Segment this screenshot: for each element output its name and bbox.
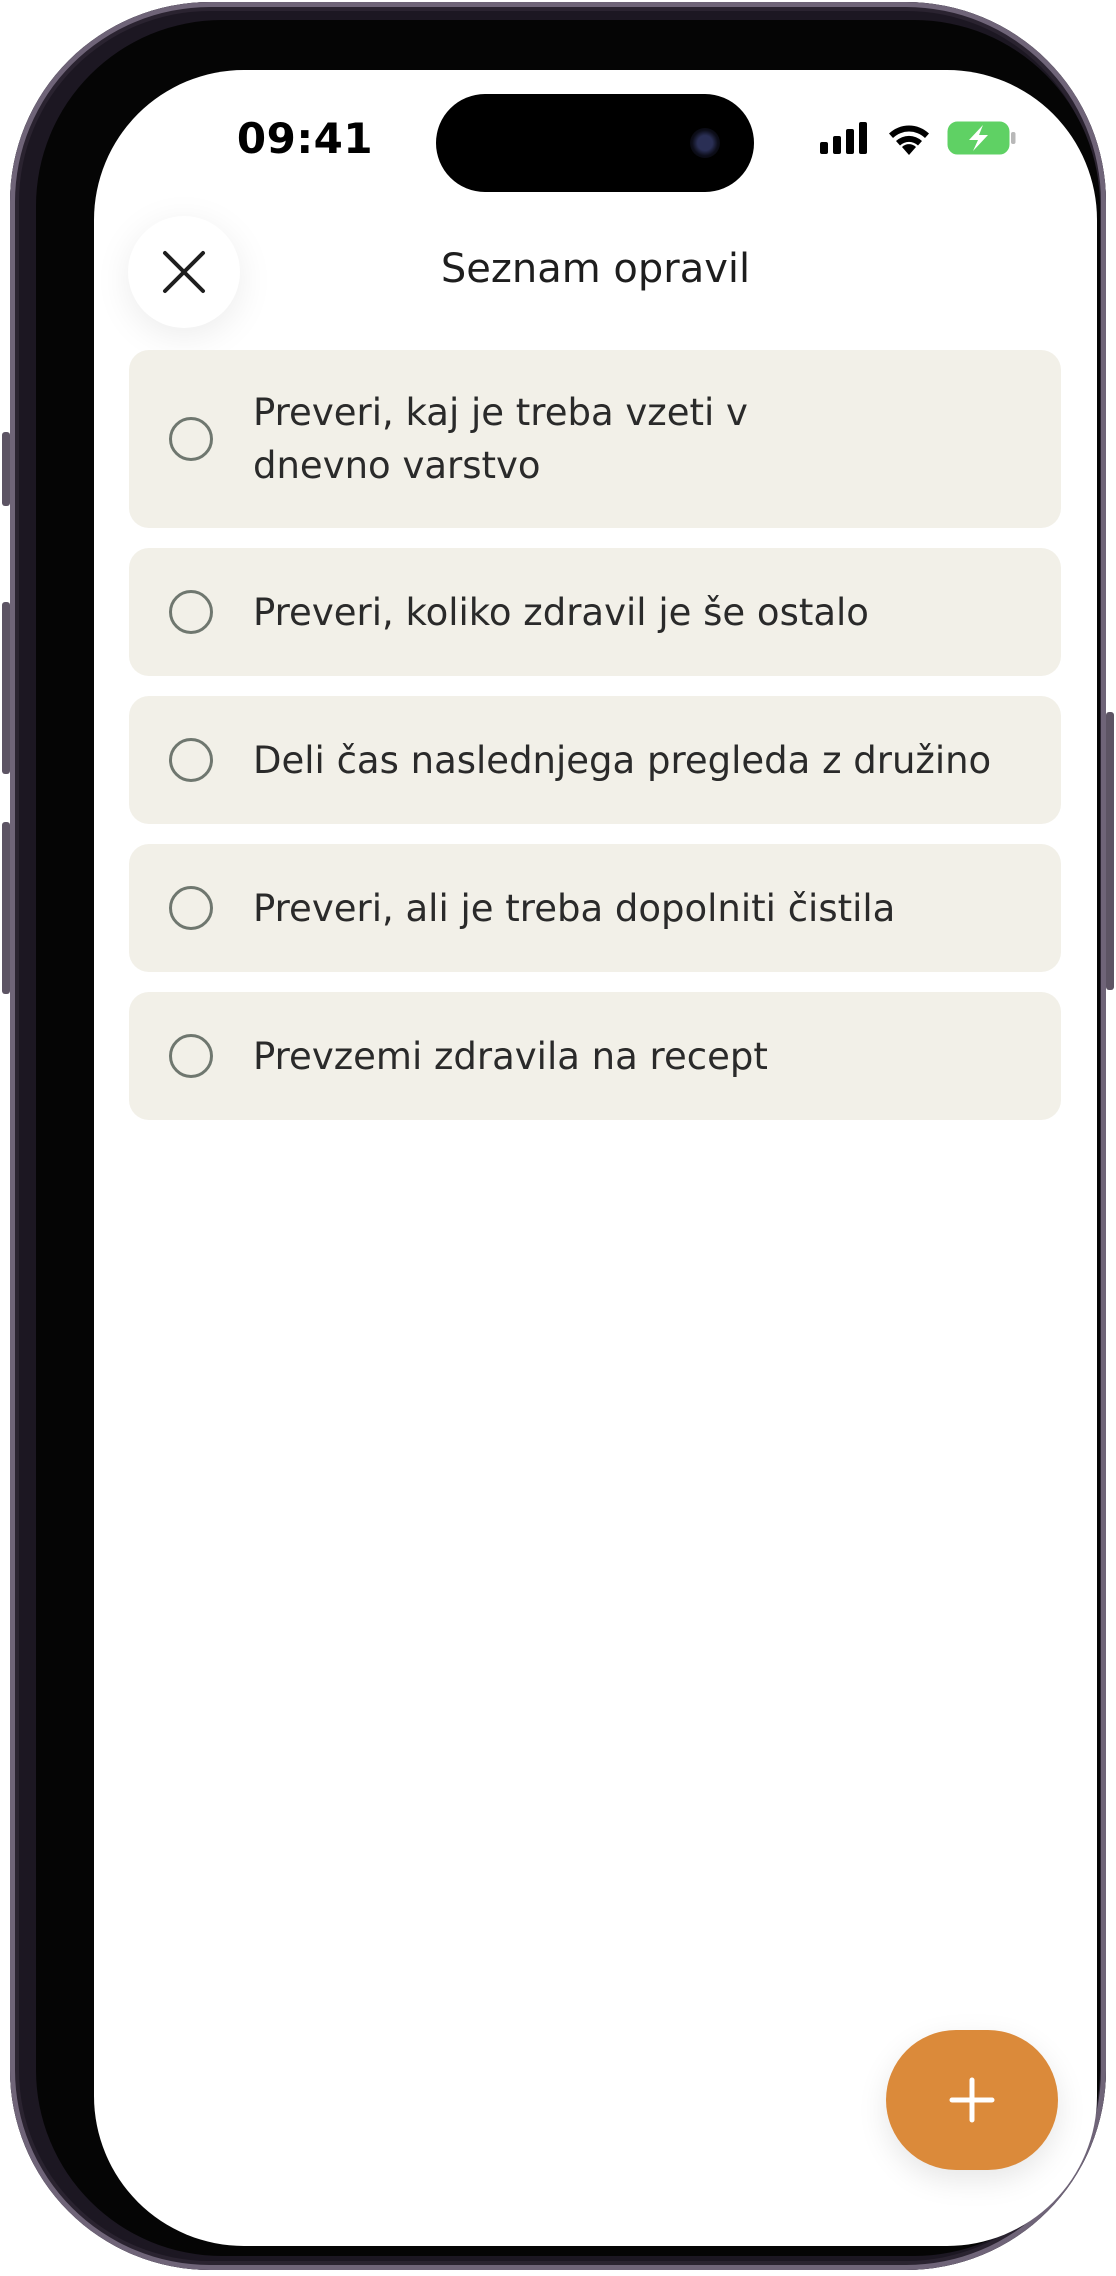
page-title: Seznam opravil (440, 246, 751, 292)
task-item[interactable]: Deli čas naslednjega pregleda z družino (129, 696, 1061, 824)
task-checkbox[interactable] (169, 1034, 213, 1078)
status-icons (819, 118, 1017, 158)
task-item[interactable]: Prevzemi zdravila na recept (129, 992, 1061, 1120)
bezel: 09:41 Seznam opravil Preveri, kaj je tre… (36, 20, 1100, 2256)
wifi-icon (889, 125, 929, 155)
task-checkbox[interactable] (169, 590, 213, 634)
task-list: Preveri, kaj je treba vzeti v dnevno var… (129, 350, 1061, 1140)
task-label: Preveri, kaj je treba vzeti v dnevno var… (253, 391, 748, 487)
front-camera (690, 128, 720, 158)
plus-icon (949, 2077, 995, 2123)
task-item[interactable]: Preveri, ali je treba dopolniti čistila (129, 844, 1061, 972)
close-button[interactable] (128, 216, 240, 328)
task-label: Prevzemi zdravila na recept (253, 1034, 768, 1078)
battery-charging-icon (947, 121, 1016, 155)
task-label: Preveri, koliko zdravil je še ostalo (253, 590, 869, 634)
phone-frame: 09:41 Seznam opravil Preveri, kaj je tre… (2, 2, 1114, 2270)
task-label: Deli čas naslednjega pregleda z družino (253, 738, 992, 782)
status-time: 09:41 (236, 114, 374, 163)
close-icon (163, 251, 205, 293)
cellular-signal-icon (820, 122, 867, 154)
task-item[interactable]: Preveri, koliko zdravil je še ostalo (129, 548, 1061, 676)
task-checkbox[interactable] (169, 886, 213, 930)
task-checkbox[interactable] (169, 738, 213, 782)
action-button (2, 432, 10, 506)
task-label: Preveri, ali je treba dopolniti čistila (253, 886, 896, 930)
screen: 09:41 Seznam opravil Preveri, kaj je tre… (94, 70, 1097, 2246)
task-item[interactable]: Preveri, kaj je treba vzeti v dnevno var… (129, 350, 1061, 528)
task-checkbox[interactable] (169, 417, 213, 461)
dynamic-island (436, 94, 754, 192)
power-button (1106, 712, 1114, 990)
volume-up-button (2, 602, 10, 774)
add-task-button[interactable] (886, 2030, 1058, 2170)
volume-down-button (2, 822, 10, 994)
